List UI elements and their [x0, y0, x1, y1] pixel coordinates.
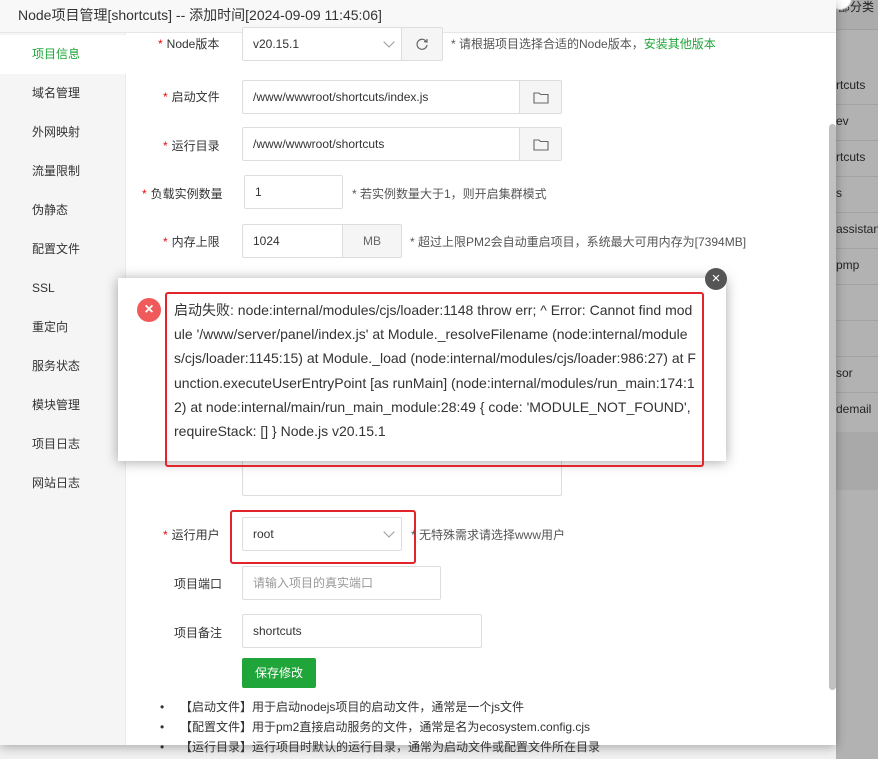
- modal-scrollbar[interactable]: [829, 124, 836, 690]
- run-user-label: * 运行用户: [163, 528, 220, 542]
- run-dir-browse-button[interactable]: [519, 127, 562, 161]
- memory-hint: * 超过上限PM2会自动重启项目，系统最大可用内存为[7394MB]: [410, 235, 747, 249]
- run-dir-input[interactable]: /www/wwwroot/shortcuts: [242, 127, 520, 161]
- instances-hint: * 若实例数量大于1，则开启集群模式: [352, 187, 547, 201]
- refresh-icon: [416, 38, 428, 50]
- run-user-hint: * 无特殊需求请选择www用户: [411, 528, 566, 542]
- tips-list: 【启动文件】用于启动nodejs项目的启动文件，通常是一个js文件 【配置文件】…: [160, 697, 600, 757]
- sidebar-item-project-log[interactable]: 项目日志: [0, 425, 126, 464]
- sidebar-item-modules[interactable]: 模块管理: [0, 386, 126, 425]
- sidebar-item-traffic-limit[interactable]: 流量限制: [0, 152, 126, 191]
- sidebar-item-redirect[interactable]: 重定向: [0, 308, 126, 347]
- remark-input[interactable]: shortcuts: [242, 614, 482, 648]
- tip-item: 【运行目录】运行项目时默认的运行目录，通常为启动文件或配置文件所在目录: [160, 737, 600, 757]
- close-icon[interactable]: ×: [705, 268, 727, 290]
- sidebar-item-project-info[interactable]: 项目信息: [0, 35, 126, 74]
- memory-label: * 内存上限: [163, 235, 220, 249]
- sidebar-item-site-log[interactable]: 网站日志: [0, 464, 126, 503]
- modal-sidebar: 项目信息 域名管理 外网映射 流量限制 伪静态 配置文件 SSL 重定向 服务状…: [0, 33, 126, 745]
- tip-item: 【启动文件】用于启动nodejs项目的启动文件，通常是一个js文件: [160, 697, 600, 717]
- port-input[interactable]: 请输入项目的真实端口: [242, 566, 441, 600]
- install-other-versions-link[interactable]: 安装其他版本: [644, 37, 716, 51]
- run-dir-label: * 运行目录: [163, 139, 220, 153]
- folder-icon: [532, 92, 549, 104]
- sidebar-item-rewrite[interactable]: 伪静态: [0, 191, 126, 230]
- save-button[interactable]: 保存修改: [242, 658, 316, 688]
- refresh-version-button[interactable]: [401, 27, 443, 61]
- sidebar-item-domain[interactable]: 域名管理: [0, 74, 126, 113]
- port-label: 项目端口: [174, 577, 223, 591]
- node-version-select[interactable]: v20.15.1: [242, 27, 402, 61]
- instances-input[interactable]: 1: [244, 175, 343, 209]
- folder-icon: [532, 139, 549, 151]
- run-user-highlight-frame: [230, 510, 416, 564]
- instances-label: * 负载实例数量: [142, 187, 223, 201]
- error-icon: ×: [137, 298, 161, 322]
- memory-unit: MB: [342, 224, 402, 258]
- start-file-label: * 启动文件: [163, 90, 220, 104]
- sidebar-item-config-file[interactable]: 配置文件: [0, 230, 126, 269]
- tip-item: 【配置文件】用于pm2直接启动服务的文件，通常是名为ecosystem.conf…: [160, 717, 600, 737]
- start-file-browse-button[interactable]: [519, 80, 562, 114]
- error-highlight-frame: [165, 292, 704, 467]
- start-file-input[interactable]: /www/wwwroot/shortcuts/index.js: [242, 80, 520, 114]
- node-version-label: * Node版本: [158, 37, 220, 51]
- sidebar-item-ssl[interactable]: SSL: [0, 269, 126, 308]
- node-version-hint: * 请根据项目选择合适的Node版本，安装其他版本: [451, 37, 716, 51]
- remark-label: 项目备注: [174, 626, 223, 640]
- sidebar-item-port-mapping[interactable]: 外网映射: [0, 113, 126, 152]
- sidebar-item-service-status[interactable]: 服务状态: [0, 347, 126, 386]
- modal-overlay: [836, 0, 878, 759]
- memory-input[interactable]: 1024: [242, 224, 343, 258]
